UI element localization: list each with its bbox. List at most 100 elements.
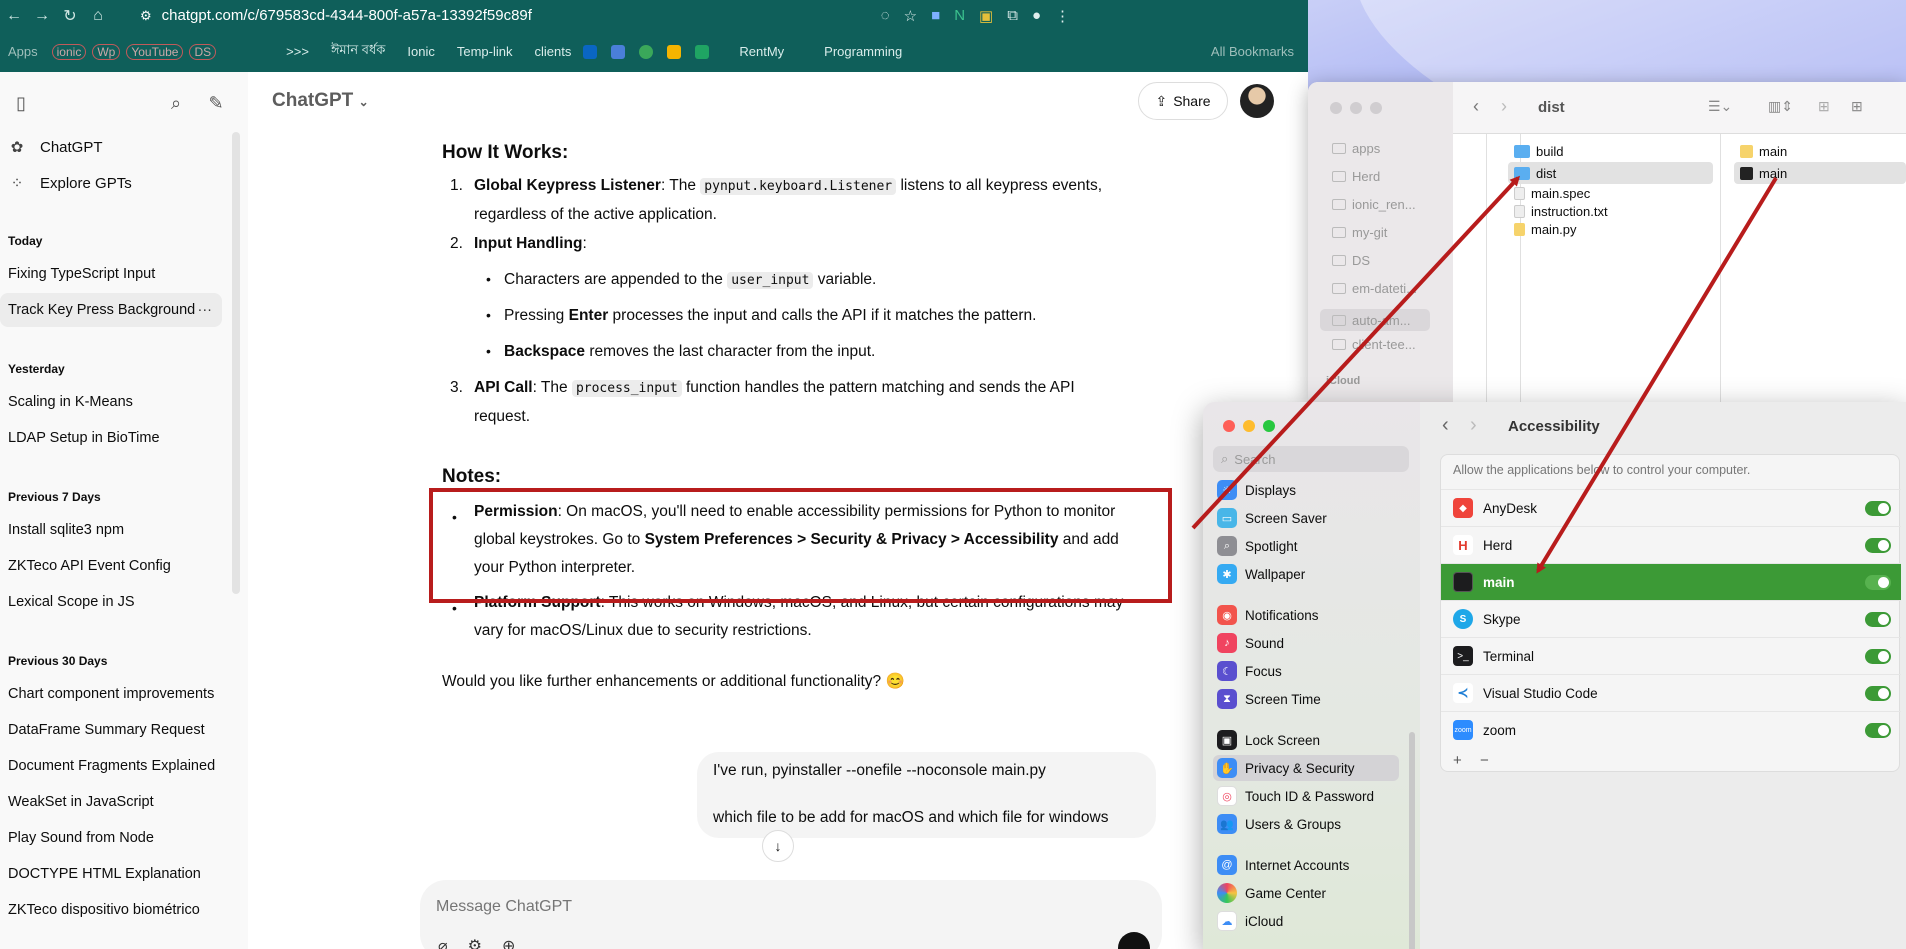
finder-sidebar-item[interactable]: apps (1332, 141, 1380, 156)
new-chat-icon[interactable]: ✎ (203, 90, 229, 116)
reload-icon[interactable]: ↻ (56, 2, 84, 30)
app-row[interactable]: ≺ Visual Studio Code (1441, 674, 1901, 711)
settings-search-field[interactable]: ⌕ Search (1213, 446, 1409, 472)
permission-toggle[interactable] (1865, 686, 1891, 701)
chat-history-item[interactable]: Fixing TypeScript Input (0, 257, 222, 291)
tools-icon[interactable]: ⚙ (468, 936, 482, 949)
back-icon[interactable]: ‹ (1473, 96, 1479, 117)
settings-item-internet-accounts[interactable]: @ Internet Accounts (1213, 852, 1399, 878)
settings-item-game-center[interactable]: Game Center (1213, 880, 1399, 906)
finder-sidebar-item[interactable]: my-git (1332, 225, 1387, 240)
voice-button[interactable] (1118, 932, 1150, 949)
avatar[interactable] (1240, 84, 1274, 118)
sidebar-item-explore-gpts[interactable]: ⁘ Explore GPTs (8, 166, 220, 200)
settings-item-spotlight[interactable]: ⌕ Spotlight (1213, 533, 1399, 559)
translate-icon[interactable] (611, 44, 626, 59)
finder-sidebar-item[interactable]: Herd (1332, 169, 1380, 184)
app-row[interactable]: ◆ AnyDesk (1441, 489, 1901, 526)
settings-item-notifications[interactable]: ◉ Notifications (1213, 602, 1399, 628)
back-icon[interactable]: ‹ (1442, 414, 1449, 437)
bookmark-folder[interactable]: clients (535, 44, 572, 59)
settings-item-touch-id[interactable]: ◎ Touch ID & Password (1213, 783, 1399, 809)
eye-off-icon[interactable]: ◌ (881, 7, 890, 24)
app-row[interactable]: H Herd (1441, 526, 1901, 563)
bookmark-folder[interactable]: Programming (824, 44, 902, 59)
chat-history-item-active[interactable]: Track Key Press Background ··· (0, 293, 222, 327)
drive-icon[interactable] (667, 44, 682, 59)
message-input[interactable] (436, 892, 1036, 922)
linkedin-icon[interactable] (583, 44, 598, 59)
extension-icon[interactable]: ▣ (979, 7, 993, 25)
bookmark-folder[interactable]: Temp-link (457, 44, 513, 59)
apps-bookmark[interactable]: Apps (8, 44, 38, 59)
permission-toggle[interactable] (1865, 649, 1891, 664)
permission-toggle[interactable] (1865, 612, 1891, 627)
drive-icon[interactable] (695, 44, 710, 59)
chrome-icon[interactable] (639, 44, 654, 59)
settings-item-wallpaper[interactable]: ✱ Wallpaper (1213, 561, 1399, 587)
column-view-icon[interactable]: ▥⇕ (1768, 98, 1793, 115)
settings-item-screen-time[interactable]: ⧗ Screen Time (1213, 686, 1399, 712)
extension-icon[interactable]: N (954, 7, 965, 24)
home-icon[interactable]: ⌂ (84, 2, 112, 30)
zoom-button[interactable] (1263, 420, 1275, 432)
app-row-selected[interactable]: main (1441, 563, 1901, 600)
finder-item-folder[interactable]: build (1514, 144, 1563, 159)
bookmark-folder[interactable]: ionic (51, 43, 87, 60)
chat-history-item[interactable]: ZKTeco API Event Config (0, 549, 222, 583)
bookmark-folder[interactable]: Wp (92, 43, 121, 60)
bookmark-folder[interactable]: DS (189, 43, 217, 60)
grid-icon[interactable]: ⊞ (1851, 98, 1863, 115)
finder-sidebar-item[interactable]: DS (1332, 253, 1370, 268)
back-icon[interactable]: ← (0, 2, 28, 30)
scroll-down-button[interactable]: ↓ (762, 830, 794, 862)
permission-toggle[interactable] (1865, 575, 1891, 590)
chat-history-item[interactable]: LDAP Setup in BioTime (0, 421, 222, 455)
bookmark-folder[interactable]: RentMy (739, 44, 784, 59)
share-button[interactable]: ⇪ Share (1138, 82, 1228, 120)
puzzle-icon[interactable]: ⧉ (1007, 7, 1018, 24)
finder-item-exec-selected[interactable]: main (1734, 162, 1906, 184)
close-button[interactable] (1223, 420, 1235, 432)
settings-item-sound[interactable]: ♪ Sound (1213, 630, 1399, 656)
menu-icon[interactable]: ⋮ (1055, 7, 1070, 25)
forward-icon[interactable]: › (1501, 96, 1507, 117)
new-folder-icon[interactable]: ⊞ (1818, 98, 1830, 115)
permission-toggle[interactable] (1865, 723, 1891, 738)
finder-sidebar-item[interactable]: em-dateti... (1332, 281, 1417, 296)
sidebar-toggle-icon[interactable]: ▯ (8, 90, 34, 116)
settings-item-lock-screen[interactable]: ▣ Lock Screen (1213, 727, 1399, 753)
finder-item-file[interactable]: main (1740, 144, 1787, 159)
settings-item-screen-saver[interactable]: ▭ Screen Saver (1213, 505, 1399, 531)
search-icon[interactable]: ⌕ (163, 90, 189, 116)
sidebar-scrollbar[interactable] (232, 132, 240, 594)
more-options-icon[interactable]: ··· (198, 302, 213, 318)
address-bar[interactable]: ⚙ chatgpt.com/c/679583cd-4344-800f-a57a-… (140, 3, 1070, 28)
settings-item-focus[interactable]: ☾ Focus (1213, 658, 1399, 684)
app-row[interactable]: >_ Terminal (1441, 637, 1901, 674)
settings-item-users-groups[interactable]: 👥 Users & Groups (1213, 811, 1399, 837)
settings-item-privacy-security[interactable]: ✋ Privacy & Security (1213, 755, 1399, 781)
zoom-button[interactable] (1370, 102, 1382, 114)
settings-sidebar-scrollbar[interactable] (1409, 732, 1415, 949)
profile-icon[interactable]: ● (1032, 7, 1041, 24)
chat-history-item[interactable]: Chart component improvements (0, 677, 222, 711)
list-view-icon[interactable]: ☰⌄ (1708, 98, 1732, 115)
chat-history-item[interactable]: Play Sound from Node (0, 821, 222, 855)
forward-icon[interactable]: → (28, 2, 56, 30)
app-row[interactable]: S Skype (1441, 600, 1901, 637)
forward-icon[interactable]: › (1470, 414, 1477, 437)
finder-sidebar-item[interactable]: ionic_ren... (1332, 197, 1416, 212)
chat-history-item[interactable]: ZKTeco dispositivo biométrico (0, 893, 222, 927)
chat-history-item[interactable]: Scaling in K-Means (0, 385, 222, 419)
app-row[interactable]: zoom zoom (1441, 711, 1901, 748)
minimize-button[interactable] (1350, 102, 1362, 114)
chat-history-item[interactable]: Lexical Scope in JS (0, 585, 222, 619)
settings-item-icloud[interactable]: ☁ iCloud (1213, 908, 1399, 934)
bookmark-star-icon[interactable]: ☆ (904, 7, 917, 25)
bookmark-folder[interactable]: YouTube (126, 43, 184, 60)
sidebar-item-chatgpt[interactable]: ✿ ChatGPT (8, 130, 220, 164)
chat-history-item[interactable]: Install sqlite3 npm (0, 513, 222, 547)
minimize-button[interactable] (1243, 420, 1255, 432)
site-settings-icon[interactable]: ⚙ (140, 8, 152, 24)
